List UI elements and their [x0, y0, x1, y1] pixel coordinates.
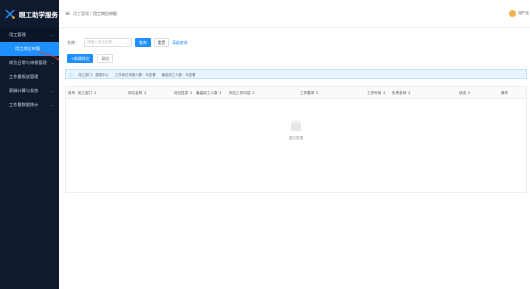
chevron-down-icon: ⌄	[51, 89, 54, 93]
breadcrumb-separator: /	[90, 10, 92, 16]
logo-icon	[5, 9, 15, 19]
chevron-down-icon: ⌄	[51, 33, 54, 37]
empty-box-icon	[289, 119, 303, 133]
chevron-down-icon: ⌄	[51, 103, 54, 107]
sidebar-item-daily-management[interactable]: 岗位日常与申报管理 ⌄	[0, 56, 59, 70]
column-header[interactable]: 最高用工人数 ↕	[196, 91, 222, 96]
table-header: 序号 用工部门 ↕ 岗位名称 ↕ 岗位性质 ↕ 最高用工人数 ↕ 岗位工作内容 …	[66, 87, 526, 99]
reset-button[interactable]: 重置	[153, 38, 170, 47]
breadcrumb: 用工管理 / 用工岗位申报	[73, 11, 117, 17]
brand: 眼工助学服务	[0, 0, 59, 28]
info-text-dept: 用工部门：建德中心	[78, 72, 109, 77]
column-header[interactable]: 岗位性质 ↕	[174, 91, 193, 96]
sidebar-item-label: 岗位日常与申报管理	[9, 60, 47, 65]
sidebar-item-label: 用工管理	[9, 32, 26, 37]
search-label: 名称：	[67, 39, 79, 45]
column-header[interactable]: 负责老师 ↕	[392, 91, 411, 96]
column-header: 序号	[68, 91, 76, 95]
chevron-down-icon: ⌄	[125, 40, 129, 45]
info-text-max: 最高用工人数：可查看	[161, 72, 196, 77]
column-header[interactable]: 岗位工作内容 ↕	[229, 91, 255, 96]
add-job-button[interactable]: +新增岗位	[67, 54, 94, 63]
empty-text: 暂无数据	[288, 136, 304, 140]
column-header: 操作	[501, 91, 509, 95]
search-bar: 名称： 请输入岗位名称 ⌄ 查询 重置 高级查询	[67, 38, 187, 47]
column-header[interactable]: 用工部门 ↕	[78, 91, 97, 96]
user-name[interactable]: 用户名	[518, 11, 529, 16]
breadcrumb-current: 用工岗位申报	[92, 10, 117, 16]
brand-name: 眼工助学服务	[19, 11, 58, 19]
main-content: 名称： 请输入岗位名称 ⌄ 查询 重置 高级查询 +新增岗位 导出 ⓘ 用工部门…	[59, 28, 530, 289]
info-text-applicants: 工作岗位申报人数：可查看	[114, 72, 156, 77]
sidebar-item-label: 工作量数据统计	[9, 102, 39, 107]
column-header[interactable]: 岗位名称 ↕	[128, 91, 147, 96]
query-button[interactable]: 查询	[135, 38, 151, 47]
advanced-search-link[interactable]: 高级查询	[172, 40, 187, 46]
export-button[interactable]: 导出	[97, 54, 113, 63]
chevron-down-icon: ⌄	[51, 61, 54, 65]
empty-state: 暂无数据	[66, 119, 526, 141]
sidebar-item-salary[interactable]: 薪酬计算与发放 ⌄	[0, 84, 59, 98]
breadcrumb-item[interactable]: 用工管理	[73, 11, 89, 16]
column-header[interactable]: 工作时间 ↕	[367, 91, 386, 96]
avatar[interactable]	[509, 10, 516, 17]
sidebar-item-job-application[interactable]: 用工岗位申报	[0, 42, 59, 56]
menu-toggle-icon[interactable]: ≡	[65, 10, 70, 17]
info-banner: ⓘ 用工部门：建德中心 工作岗位申报人数：可查看 最高用工人数：可查看	[65, 69, 527, 79]
column-header[interactable]: 工作要求 ↕	[300, 91, 319, 96]
search-placeholder: 请输入岗位名称	[87, 40, 113, 44]
topbar: ≡ 用工管理 / 用工岗位申报 用户名	[59, 0, 530, 28]
sidebar-item-label: 薪酬计算与发放	[9, 88, 39, 93]
sidebar-item-statistics[interactable]: 工作量数据统计 ⌄	[0, 98, 59, 112]
side-menu: 用工管理 ⌄ 用工岗位申报 岗位日常与申报管理 ⌄ 工作量报送管理 薪酬计算与发…	[0, 28, 59, 112]
sidebar-item-employment[interactable]: 用工管理 ⌄	[0, 28, 59, 42]
sidebar-item-workload-report[interactable]: 工作量报送管理	[0, 70, 59, 84]
info-icon: ⓘ	[69, 72, 73, 77]
action-bar: +新增岗位 导出	[67, 54, 113, 63]
sidebar: 眼工助学服务 用工管理 ⌄ 用工岗位申报 岗位日常与申报管理 ⌄ 工作量报送管理…	[0, 0, 59, 289]
search-input[interactable]: 请输入岗位名称 ⌄	[84, 38, 132, 47]
sidebar-item-label: 工作量报送管理	[9, 74, 39, 79]
data-table: 序号 用工部门 ↕ 岗位名称 ↕ 岗位性质 ↕ 最高用工人数 ↕ 岗位工作内容 …	[65, 86, 527, 193]
sidebar-item-label: 用工岗位申报	[15, 46, 41, 51]
column-header[interactable]: 状态 ↕	[459, 91, 470, 96]
